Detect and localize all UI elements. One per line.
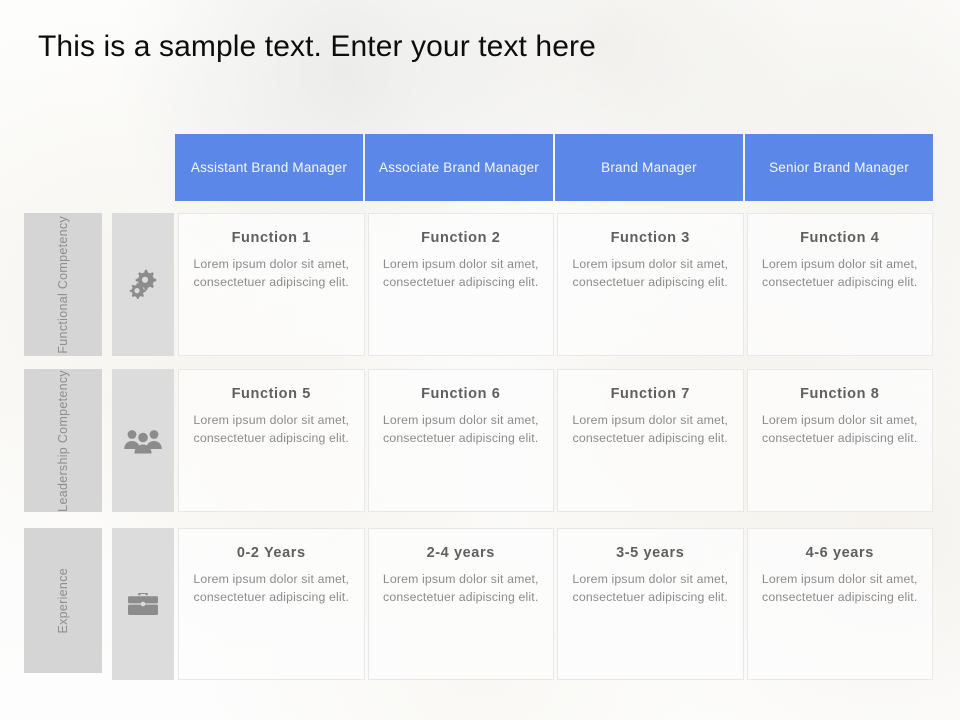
cell-body: Lorem ipsum dolor sit amet, consectetuer… [382,257,539,289]
cell-title: Function 2 [421,230,501,246]
cell-r1-c1[interactable]: Function 6 Lorem ipsum dolor sit amet, c… [367,369,554,512]
row-label-text: Leadership Competency [55,369,70,512]
cell-body: Lorem ipsum dolor sit amet, consectetuer… [572,572,729,604]
column-header-0[interactable]: Assistant Brand Manager [175,134,363,201]
data-row-leadership-competency: Function 5 Lorem ipsum dolor sit amet, c… [178,369,933,512]
cell-title: 4-6 years [805,545,874,561]
cell-r1-c3[interactable]: Function 8 Lorem ipsum dolor sit amet, c… [746,369,933,512]
row-label-leadership-competency: Leadership Competency [24,369,102,512]
cell-title: 3-5 years [616,545,685,561]
row-label-functional-competency: Functional Competency [24,213,102,356]
data-row-functional-competency: Function 1 Lorem ipsum dolor sit amet, c… [178,213,933,356]
cell-title: Function 3 [610,230,690,246]
cell-r2-c3[interactable]: 4-6 years Lorem ipsum dolor sit amet, co… [746,528,933,680]
cell-title: Function 5 [231,386,311,402]
row-icon-cell-functional-competency [112,213,174,356]
cell-title: Function 8 [800,386,880,402]
column-header-2[interactable]: Brand Manager [555,134,743,201]
row-label-experience: Experience [24,528,102,673]
cell-body: Lorem ipsum dolor sit amet, consectetuer… [382,572,539,604]
row-icon-cell-experience [112,528,174,680]
cell-r0-c2[interactable]: Function 3 Lorem ipsum dolor sit amet, c… [557,213,744,356]
cell-body: Lorem ipsum dolor sit amet, consectetuer… [193,572,350,604]
cell-title: 0-2 Years [236,545,306,561]
column-header-row: Assistant Brand Manager Associate Brand … [175,134,933,201]
cell-title: 2-4 years [426,545,495,561]
people-group-icon [123,426,163,456]
cell-r0-c3[interactable]: Function 4 Lorem ipsum dolor sit amet, c… [746,213,933,356]
data-row-experience: 0-2 Years Lorem ipsum dolor sit amet, co… [178,528,933,680]
cell-title: Function 6 [421,386,501,402]
briefcase-icon [125,589,161,619]
slide-canvas: This is a sample text. Enter your text h… [0,0,960,720]
cell-body: Lorem ipsum dolor sit amet, consectetuer… [761,257,918,289]
cell-r2-c2[interactable]: 3-5 years Lorem ipsum dolor sit amet, co… [557,528,744,680]
row-icon-cell-leadership-competency [112,369,174,512]
cell-title: Function 1 [231,230,311,246]
cell-r2-c1[interactable]: 2-4 years Lorem ipsum dolor sit amet, co… [367,528,554,680]
cell-r2-c0[interactable]: 0-2 Years Lorem ipsum dolor sit amet, co… [178,528,365,680]
page-title: This is a sample text. Enter your text h… [38,30,596,63]
cell-body: Lorem ipsum dolor sit amet, consectetuer… [572,257,729,289]
cell-r0-c0[interactable]: Function 1 Lorem ipsum dolor sit amet, c… [178,213,365,356]
column-header-1[interactable]: Associate Brand Manager [365,134,553,201]
cell-title: Function 4 [800,230,880,246]
row-label-text: Experience [55,567,70,634]
cell-body: Lorem ipsum dolor sit amet, consectetuer… [761,572,918,604]
gears-icon [124,266,162,304]
cell-r1-c2[interactable]: Function 7 Lorem ipsum dolor sit amet, c… [557,369,744,512]
cell-body: Lorem ipsum dolor sit amet, consectetuer… [572,413,729,445]
cell-title: Function 7 [610,386,690,402]
cell-body: Lorem ipsum dolor sit amet, consectetuer… [761,413,918,445]
row-label-text: Functional Competency [55,215,70,354]
cell-r1-c0[interactable]: Function 5 Lorem ipsum dolor sit amet, c… [178,369,365,512]
column-header-3[interactable]: Senior Brand Manager [745,134,933,201]
cell-body: Lorem ipsum dolor sit amet, consectetuer… [382,413,539,445]
cell-body: Lorem ipsum dolor sit amet, consectetuer… [193,413,350,445]
cell-body: Lorem ipsum dolor sit amet, consectetuer… [193,257,350,289]
cell-r0-c1[interactable]: Function 2 Lorem ipsum dolor sit amet, c… [367,213,554,356]
